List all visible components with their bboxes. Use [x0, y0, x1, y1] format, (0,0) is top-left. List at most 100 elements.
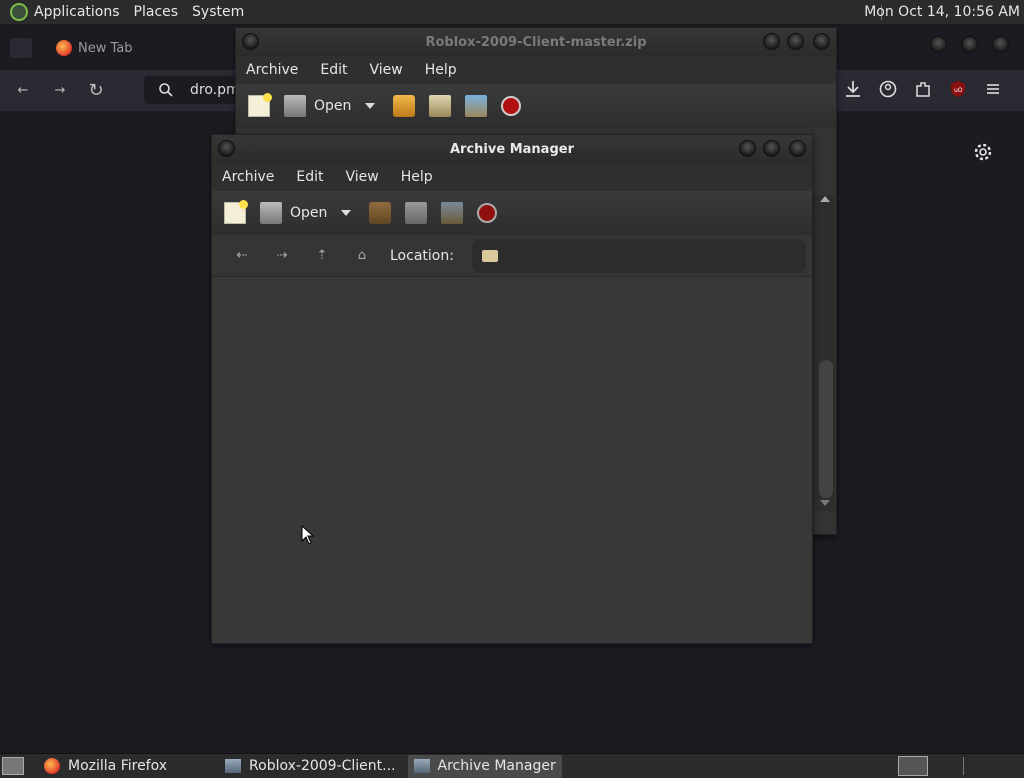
new-document-icon: [248, 93, 272, 117]
scrollbar-thumb[interactable]: [819, 360, 833, 498]
firefox-tab-overview-icon[interactable]: [10, 38, 32, 58]
system-menu[interactable]: System: [192, 4, 244, 20]
distro-logo-icon[interactable]: [10, 3, 28, 21]
toolbar: Open: [212, 191, 812, 235]
dropdown-arrow-icon: [341, 210, 352, 216]
ublock-icon[interactable]: uO: [947, 78, 969, 100]
open-label: Open: [290, 205, 328, 221]
open-label: Open: [314, 98, 352, 114]
taskbar-label: Archive Manager: [437, 758, 556, 774]
extract-button[interactable]: [369, 202, 392, 224]
window-title: Archive Manager: [450, 141, 574, 157]
menu-archive[interactable]: Archive: [246, 62, 298, 78]
extensions-icon[interactable]: [912, 78, 934, 100]
add-files-icon: [405, 202, 428, 224]
archive-manager-window: Archive Manager Archive Edit View Help O…: [211, 134, 813, 644]
menubar: Archive Edit View Help: [236, 56, 836, 84]
minimize-button[interactable]: [739, 140, 756, 157]
stop-icon: [501, 96, 522, 116]
window-title: Roblox-2009-Client-master.zip: [425, 34, 647, 50]
svg-text:uO: uO: [954, 87, 963, 94]
toolbar: Open: [236, 84, 836, 128]
settings-gear-icon[interactable]: [972, 141, 994, 163]
close-button[interactable]: [789, 140, 806, 157]
mouse-cursor-icon: [301, 525, 315, 545]
firefox-toolbar-icons: uO: [842, 78, 1004, 100]
menu-edit[interactable]: Edit: [296, 169, 323, 185]
location-label: Location:: [390, 247, 454, 264]
close-button[interactable]: [813, 33, 830, 50]
forward-arrow-icon[interactable]: ⇢: [262, 248, 302, 263]
firefox-minimize-button[interactable]: [930, 36, 947, 53]
location-bar: ⇠ ⇢ ⇡ ⌂ Location:: [212, 235, 812, 277]
workspace-switcher-2[interactable]: [963, 757, 964, 775]
clock[interactable]: Mon Oct 14, 10:56 AM: [864, 4, 1020, 20]
hamburger-menu-icon[interactable]: [982, 78, 1004, 100]
workspace-switcher[interactable]: [898, 756, 928, 776]
open-button[interactable]: Open: [260, 202, 327, 224]
window-menu-button[interactable]: [242, 33, 259, 50]
back-arrow-icon[interactable]: ←: [8, 75, 38, 105]
home-icon[interactable]: ⌂: [342, 248, 382, 263]
extract-button[interactable]: [393, 95, 416, 117]
new-archive-button[interactable]: [248, 93, 272, 117]
add-files-button[interactable]: [405, 202, 428, 224]
new-document-icon: [224, 200, 248, 224]
url-bar[interactable]: dro.pm: [144, 76, 244, 104]
add-folder-button[interactable]: [441, 202, 464, 224]
scroll-down-icon[interactable]: [820, 500, 830, 506]
archive-icon: [413, 759, 430, 773]
add-folder-icon: [465, 95, 488, 117]
taskbar-item-roblox-archive[interactable]: Roblox-2009-Client...: [219, 755, 401, 778]
firefox-tab-new-tab[interactable]: New Tab: [40, 32, 240, 64]
taskbar-item-firefox[interactable]: Mozilla Firefox: [38, 755, 173, 778]
firefox-close-button[interactable]: [992, 36, 1009, 53]
places-menu[interactable]: Places: [134, 4, 179, 20]
taskbar-label: Mozilla Firefox: [68, 758, 168, 774]
top-panel: Applications Places System Mon Oct 14, 1…: [0, 0, 1024, 25]
stop-button[interactable]: [477, 203, 498, 223]
file-list-area[interactable]: [212, 277, 812, 643]
extract-icon: [369, 202, 392, 224]
minimize-button[interactable]: [763, 33, 780, 50]
add-folder-icon: [441, 202, 464, 224]
open-dropdown-button[interactable]: [365, 103, 376, 109]
open-button[interactable]: Open: [284, 95, 351, 117]
add-folder-button[interactable]: [465, 95, 488, 117]
show-desktop-icon[interactable]: [2, 757, 24, 775]
dropdown-arrow-icon: [365, 103, 376, 109]
new-archive-button[interactable]: [224, 200, 248, 224]
menu-edit[interactable]: Edit: [320, 62, 347, 78]
menu-view[interactable]: View: [346, 169, 379, 185]
up-arrow-icon[interactable]: ⇡: [302, 248, 342, 263]
account-icon[interactable]: [877, 78, 899, 100]
reload-icon[interactable]: ↻: [81, 75, 111, 105]
menu-help[interactable]: Help: [425, 62, 457, 78]
firefox-maximize-button[interactable]: [961, 36, 978, 53]
menu-view[interactable]: View: [370, 62, 403, 78]
add-files-icon: [429, 95, 452, 117]
applications-menu[interactable]: Applications: [34, 4, 120, 20]
open-dropdown-button[interactable]: [341, 210, 352, 216]
firefox-tab-label: New Tab: [78, 40, 133, 56]
menu-archive[interactable]: Archive: [222, 169, 274, 185]
maximize-button[interactable]: [787, 33, 804, 50]
stop-button[interactable]: [501, 96, 522, 116]
folder-icon: [481, 249, 498, 262]
titlebar[interactable]: Roblox-2009-Client-master.zip: [236, 28, 836, 56]
download-icon[interactable]: [842, 78, 864, 100]
titlebar[interactable]: Archive Manager: [212, 135, 812, 163]
extract-icon: [393, 95, 416, 117]
add-files-button[interactable]: [429, 95, 452, 117]
taskbar-item-archive-manager[interactable]: Archive Manager: [407, 754, 562, 778]
archive-icon: [225, 759, 242, 773]
scroll-up-icon[interactable]: [820, 196, 830, 202]
location-field[interactable]: [471, 238, 806, 273]
folder-open-icon: [260, 202, 282, 224]
menubar: Archive Edit View Help: [212, 163, 812, 191]
back-arrow-icon[interactable]: ⇠: [222, 248, 262, 263]
menu-help[interactable]: Help: [401, 169, 433, 185]
forward-arrow-icon[interactable]: →: [45, 75, 75, 105]
window-menu-button[interactable]: [218, 140, 235, 157]
maximize-button[interactable]: [763, 140, 780, 157]
